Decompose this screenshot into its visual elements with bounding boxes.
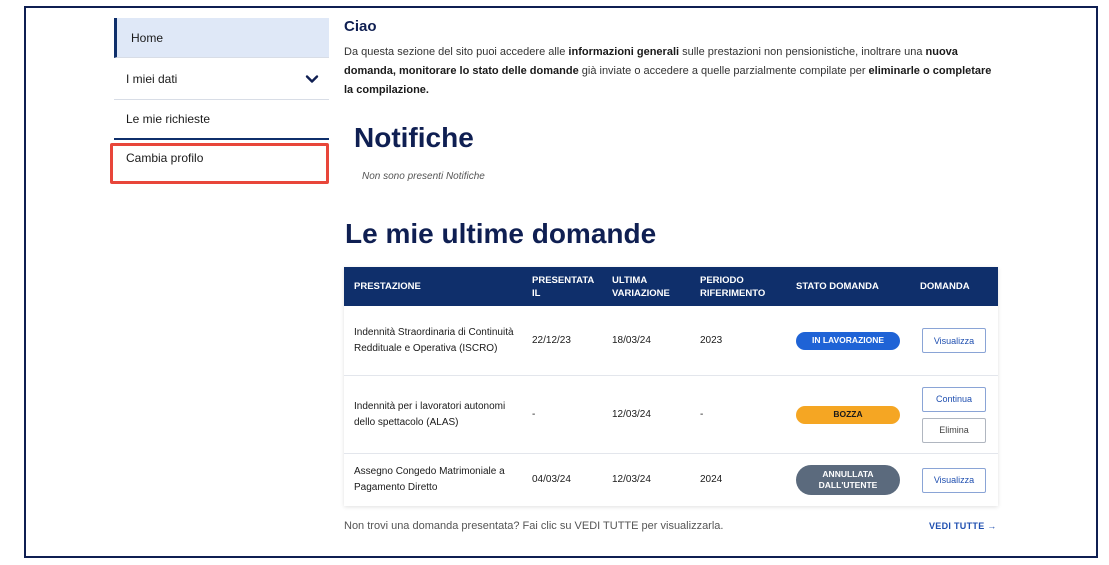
sidebar-item-label: I miei dati: [126, 71, 178, 86]
sidebar-menu: Home I miei dati Le mie richieste Cambia…: [114, 18, 329, 180]
visualizza-button[interactable]: Visualizza: [922, 467, 986, 493]
table-header: PRESTAZIONE PRESENTATA IL ULTIMA VARIAZI…: [344, 267, 998, 306]
variazione-cell: 18/03/24: [612, 334, 651, 346]
chevron-down-icon: [305, 72, 319, 86]
domande-title: Le mie ultime domande: [345, 218, 657, 249]
periodo-cell: 2024: [700, 474, 723, 485]
vedi-tutte-link[interactable]: VEDI TUTTE →: [929, 521, 997, 531]
sidebar-item-miei-dati[interactable]: I miei dati: [114, 58, 329, 100]
column-header: DOMANDA: [920, 281, 970, 292]
status-badge: IN LAVORAZIONE: [796, 331, 900, 350]
sidebar-item-mie-richieste[interactable]: Le mie richieste: [114, 100, 329, 140]
greeting-title: Ciao: [344, 18, 377, 35]
footer-note: Non trovi una domanda presentata? Fai cl…: [344, 520, 724, 532]
column-header: STATO DOMANDA: [796, 281, 879, 292]
periodo-cell: -: [700, 408, 704, 420]
presentata-cell: 22/12/23: [532, 334, 571, 346]
variazione-cell: 12/03/24: [612, 474, 651, 485]
variazione-cell: 12/03/24: [612, 408, 651, 420]
table-row: Assegno Congedo Matrimoniale a Pagamento…: [344, 454, 998, 506]
azioni-cell: Visualizza: [910, 467, 998, 493]
sidebar-item-home[interactable]: Home: [114, 18, 329, 58]
column-header: PRESENTATA IL: [532, 274, 594, 299]
sidebar-item-label: Le mie richieste: [126, 112, 211, 126]
notifiche-empty-text: Non sono presenti Notifiche: [362, 171, 485, 182]
sidebar-item-cambia-profilo[interactable]: Cambia profilo: [114, 140, 329, 180]
stato-cell: IN LAVORAZIONE: [786, 331, 910, 350]
table-row: Indennità per i lavoratori autonomi dell…: [344, 376, 998, 454]
periodo-cell: 2023: [700, 334, 723, 346]
stato-cell: BOZZA: [786, 405, 910, 424]
status-badge: BOZZA: [796, 405, 900, 424]
column-header: PRESTAZIONE: [354, 281, 421, 292]
status-badge: ANNULLATA DALL'UTENTE: [796, 465, 900, 495]
notifiche-title: Notifiche: [354, 122, 474, 153]
prestazione-cell: Indennità Straordinaria di Continuità Re…: [354, 326, 514, 354]
presentata-cell: 04/03/24: [532, 474, 571, 485]
azioni-cell: Continua Elimina: [910, 386, 998, 443]
intro-section: Ciao Da questa sezione del sito puoi acc…: [344, 18, 998, 100]
prestazione-cell: Indennità per i lavoratori autonomi dell…: [354, 400, 506, 428]
table-row: Indennità Straordinaria di Continuità Re…: [344, 306, 998, 376]
azioni-cell: Visualizza: [910, 328, 998, 353]
column-header: ULTIMA VARIAZIONE: [612, 274, 670, 299]
presentata-cell: -: [532, 408, 536, 420]
sidebar-item-label: Home: [131, 30, 164, 45]
domande-table: PRESTAZIONE PRESENTATA IL ULTIMA VARIAZI…: [344, 267, 998, 506]
column-header: PERIODO RIFERIMENTO: [700, 274, 766, 299]
elimina-button[interactable]: Elimina: [922, 417, 986, 443]
stato-cell: ANNULLATA DALL'UTENTE: [786, 465, 910, 495]
continua-button[interactable]: Continua: [922, 386, 986, 412]
intro-text: Da questa sezione del sito puoi accedere…: [344, 46, 992, 96]
visualizza-button[interactable]: Visualizza: [922, 328, 986, 353]
prestazione-cell: Assegno Congedo Matrimoniale a Pagamento…: [354, 466, 505, 493]
sidebar-item-label: Cambia profilo: [126, 151, 204, 165]
